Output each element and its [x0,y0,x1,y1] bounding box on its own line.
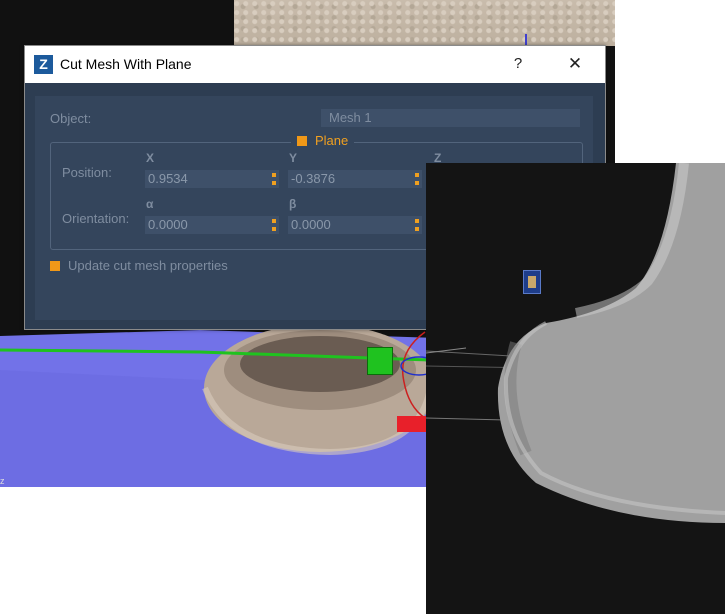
object-label: Object: [50,111,92,126]
position-x-value: 0.9534 [148,171,188,186]
position-header-x: X [146,151,155,165]
checkbox-icon[interactable] [50,260,60,271]
update-option[interactable]: Update cut mesh properties [50,258,228,273]
spinner-arrows-icon[interactable] [415,173,419,185]
object-thumbnail-icon[interactable] [523,270,541,294]
orientation-label: Orientation: [62,211,130,226]
orientation-header-beta: β [289,197,297,211]
plane-gizmo-icon[interactable] [367,347,393,375]
position-x-spinbox[interactable]: 0.9534 [145,170,279,188]
spinner-arrows-icon[interactable] [415,219,419,231]
viewport-right[interactable] [426,163,725,614]
spinner-arrows-icon[interactable] [272,173,276,185]
dialog-titlebar[interactable]: Z Cut Mesh With Plane ? ✕ [25,46,605,83]
object-field[interactable]: Mesh 1 [321,109,580,127]
help-button[interactable]: ? [503,52,533,76]
position-header-y: Y [289,151,298,165]
close-button[interactable]: ✕ [560,52,590,76]
cut-mesh-result [426,163,725,523]
orientation-header-alpha: α [146,197,154,211]
position-y-spinbox[interactable]: -0.3876 [288,170,422,188]
position-label: Position: [62,165,112,180]
plane-group-label: Plane [315,133,349,148]
spinner-arrows-icon[interactable] [272,219,276,231]
checkbox-icon[interactable] [297,135,307,146]
plane-group-title[interactable]: Plane [291,133,355,148]
dialog-title: Cut Mesh With Plane [60,56,192,72]
orientation-beta-spinbox[interactable]: 0.0000 [288,216,422,234]
orientation-beta-value: 0.0000 [291,217,331,232]
app-logo-icon: Z [34,55,53,74]
orientation-alpha-value: 0.0000 [148,217,188,232]
mesh-texture-top [234,0,615,46]
orientation-alpha-spinbox[interactable]: 0.0000 [145,216,279,234]
update-option-label: Update cut mesh properties [68,258,228,273]
axis-z-label: z [0,476,5,486]
position-y-value: -0.3876 [291,171,336,186]
